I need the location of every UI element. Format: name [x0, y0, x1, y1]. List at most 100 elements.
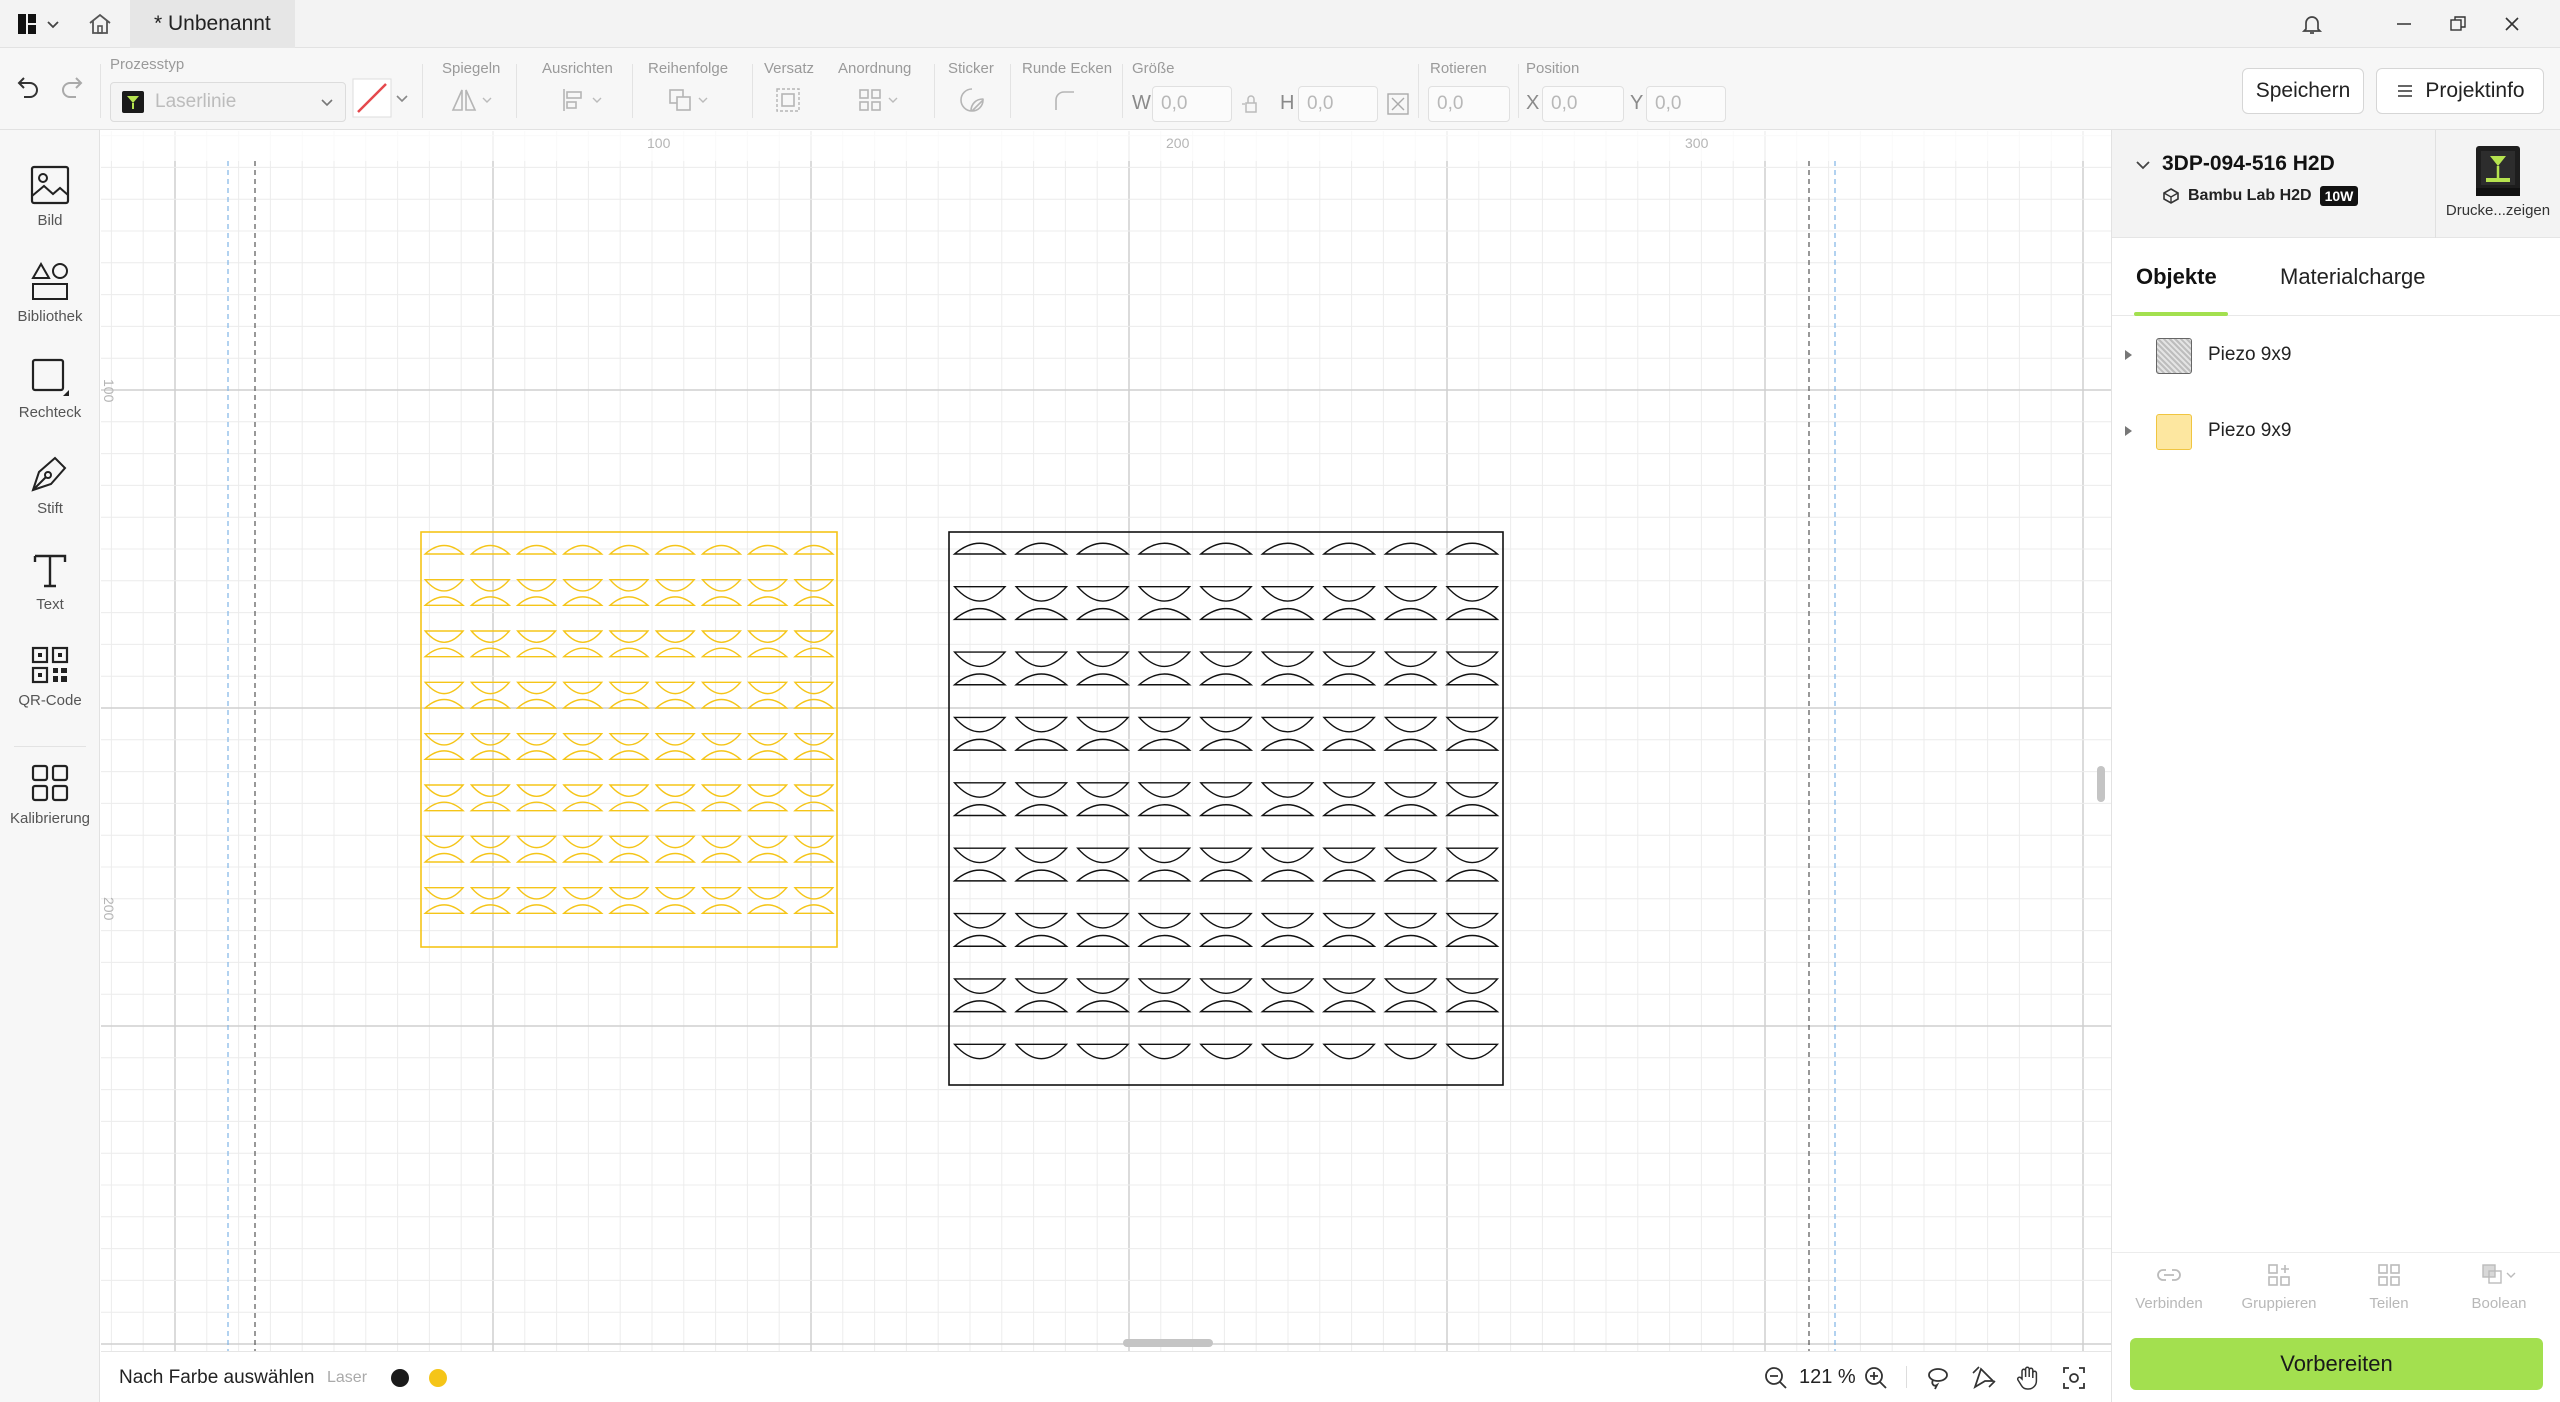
notifications-button[interactable]: [2290, 0, 2334, 48]
pan-hand-button[interactable]: [2015, 1352, 2041, 1402]
piezo-cell-shape: [1075, 1000, 1131, 1013]
tool-image[interactable]: Bild: [0, 160, 100, 250]
tab-objekte[interactable]: Objekte: [2136, 238, 2217, 316]
height-input[interactable]: 0,0: [1298, 86, 1378, 122]
gruppieren-button[interactable]: Gruppieren: [2224, 1261, 2334, 1325]
piezo-cell-shape: [1137, 847, 1192, 864]
piezo-cell-shape: [746, 596, 789, 607]
piezo-cell-shape: [1322, 978, 1376, 994]
piezo-cell-shape: [1322, 585, 1376, 602]
piezo-cell-shape: [1198, 1000, 1254, 1013]
aspect-lock-button[interactable]: [1240, 88, 1262, 120]
focus-view-button[interactable]: [2061, 1352, 2087, 1402]
tool-pen[interactable]: Stift: [0, 448, 100, 538]
zoom-out-button[interactable]: [1763, 1352, 1789, 1402]
chevron-down-icon: [321, 99, 333, 107]
piezo-cell-shape: [515, 904, 558, 915]
save-button[interactable]: Speichern: [2242, 68, 2364, 114]
close-window-button[interactable]: [2490, 0, 2534, 48]
chevron-down-icon: [698, 97, 708, 103]
tab-materialcharge[interactable]: Materialcharge: [2280, 238, 2426, 316]
width-value: 0,0: [1161, 93, 1188, 114]
printer-view-button[interactable]: Drucke...zeigen: [2442, 144, 2554, 234]
vertical-scrollbar[interactable]: [2097, 766, 2105, 802]
piezo-cell-shape: [423, 681, 465, 695]
anordnung-button[interactable]: [856, 84, 899, 116]
width-input[interactable]: 0,0: [1152, 86, 1232, 122]
y-input[interactable]: 0,0: [1646, 86, 1726, 122]
restore-button[interactable]: [2436, 0, 2480, 48]
home-button[interactable]: [84, 8, 116, 40]
rectangle-icon: [31, 358, 69, 396]
line-color-button[interactable]: [352, 78, 409, 118]
piezo-cell-shape: [700, 784, 742, 797]
versatz-button[interactable]: [774, 84, 802, 116]
piezo-cell-shape: [608, 681, 650, 695]
node-edit-button[interactable]: [1971, 1352, 1997, 1402]
piezo-cell-shape: [515, 698, 558, 709]
redo-button[interactable]: [58, 72, 88, 104]
piezo-cell-shape: [608, 835, 650, 849]
piezo-cell-shape: [1014, 978, 1069, 994]
undo-button[interactable]: [12, 72, 42, 104]
piezo-cell-shape: [561, 596, 604, 607]
sticker-button[interactable]: [958, 84, 986, 116]
expand-triangle-icon[interactable]: [2125, 426, 2132, 436]
app-menu-button[interactable]: [16, 10, 68, 38]
piezo-cell-shape: [1199, 912, 1253, 929]
projektinfo-button-label: Projektinfo: [2425, 79, 2525, 102]
piezo-object-black[interactable]: [948, 531, 1504, 1086]
piezo-cell-shape: [952, 651, 1007, 667]
groesse-label: Größe: [1132, 60, 1175, 77]
teilen-button[interactable]: Teilen: [2334, 1261, 2444, 1325]
boolean-button[interactable]: Boolean: [2444, 1261, 2554, 1325]
piezo-cell-shape: [700, 904, 743, 915]
horizontal-scrollbar[interactable]: [1123, 1339, 1213, 1347]
title-bar: * Unbenannt: [0, 0, 2560, 48]
document-tab-title: * Unbenannt: [154, 12, 271, 35]
piezo-cell-shape: [1076, 585, 1130, 602]
piezo-cell-shape: [747, 784, 789, 797]
tool-rectangle[interactable]: Rechteck: [0, 352, 100, 442]
lasso-select-button[interactable]: [1925, 1352, 1951, 1402]
rotieren-input[interactable]: 0,0: [1428, 86, 1510, 122]
tool-qr-code[interactable]: QR-Code: [0, 640, 100, 730]
color-swatch-black[interactable]: [391, 1352, 409, 1402]
ausrichten-button[interactable]: [560, 84, 603, 116]
piezo-cell-shape: [1383, 607, 1438, 621]
fit-size-button[interactable]: [1386, 88, 1410, 120]
tool-library[interactable]: Bibliothek: [0, 256, 100, 346]
device-model-row: Bambu Lab H2D 10W: [2162, 186, 2359, 206]
document-tab[interactable]: * Unbenannt: [130, 0, 295, 48]
device-collapse-button[interactable]: [2134, 156, 2152, 179]
zoom-level[interactable]: 121 %: [1799, 1352, 1856, 1402]
x-input[interactable]: 0,0: [1542, 86, 1624, 122]
design-canvas[interactable]: 100 200 300 100 200: [101, 131, 2111, 1351]
zoom-in-button[interactable]: [1863, 1352, 1889, 1402]
runde-ecken-button[interactable]: [1050, 84, 1078, 116]
chevron-down-icon: [888, 97, 898, 103]
reihenfolge-button[interactable]: [666, 84, 709, 116]
canvas-workspace[interactable]: [101, 131, 2111, 1351]
toolbar-separator: [1122, 64, 1123, 118]
spiegeln-button[interactable]: [450, 84, 493, 116]
piezo-cell-shape: [423, 578, 465, 592]
prozesstyp-select[interactable]: Laserlinie: [110, 82, 346, 122]
object-list-item[interactable]: Piezo 9x9: [2112, 326, 2560, 386]
prepare-button[interactable]: Vorbereiten: [2130, 1338, 2543, 1390]
piezo-cell-shape: [793, 835, 835, 849]
piezo-cell-shape: [1075, 607, 1131, 621]
object-list-item[interactable]: Piezo 9x9: [2112, 402, 2560, 462]
verbinden-button[interactable]: Verbinden: [2114, 1261, 2224, 1325]
piezo-cell-shape: [700, 630, 742, 643]
tool-text[interactable]: Text: [0, 544, 100, 634]
y-letter: Y: [1630, 92, 1644, 114]
color-swatch-yellow[interactable]: [429, 1352, 447, 1402]
offset-icon: [776, 88, 800, 112]
piezo-cell-shape: [746, 852, 789, 863]
minimize-button[interactable]: [2382, 0, 2426, 48]
zoom-level-text: 121 %: [1799, 1366, 1856, 1388]
tool-calibration[interactable]: Kalibrierung: [0, 758, 100, 848]
projektinfo-button[interactable]: Projektinfo: [2376, 68, 2544, 114]
expand-triangle-icon[interactable]: [2125, 350, 2132, 360]
